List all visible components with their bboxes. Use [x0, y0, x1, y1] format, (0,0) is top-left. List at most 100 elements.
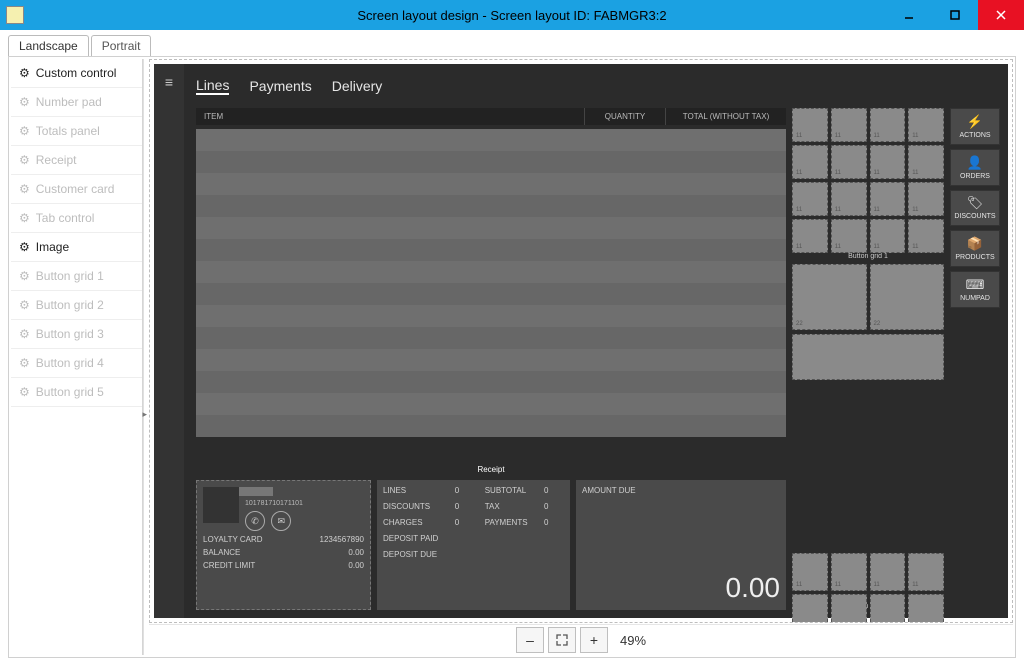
payments-value: 0: [544, 518, 564, 532]
content-area: Landscape Portrait ▸ ⚙Custom control⚙Num…: [8, 30, 1016, 656]
tab-landscape[interactable]: Landscape: [8, 35, 89, 56]
table-row: [196, 173, 786, 195]
phone-icon[interactable]: ✆: [245, 511, 265, 531]
toolbox-item-label: Button grid 1: [36, 269, 104, 283]
action-label: ORDERS: [960, 173, 990, 180]
loyalty-value: 1234567890: [320, 535, 365, 544]
amount-due-panel[interactable]: AMOUNT DUE 0.00: [576, 480, 786, 610]
pos-tab-payments[interactable]: Payments: [249, 78, 311, 94]
table-row: [196, 327, 786, 349]
toolbox-item-label: Receipt: [36, 153, 77, 167]
charges-label: CHARGES: [383, 518, 445, 532]
toolbox-expand-icon[interactable]: ▸: [142, 409, 147, 420]
table-row: [196, 349, 786, 371]
gear-icon: ⚙: [19, 327, 30, 341]
toolbox: ▸ ⚙Custom control⚙Number pad⚙Totals pane…: [11, 59, 144, 655]
window-title: Screen layout design - Screen layout ID:…: [0, 8, 1024, 23]
table-row: [196, 305, 786, 327]
table-row: [196, 129, 786, 151]
table-row: [196, 283, 786, 305]
toolbox-item-label: Totals panel: [36, 124, 100, 138]
gear-icon: ⚙: [19, 182, 30, 196]
action-label: NUMPAD: [960, 295, 990, 302]
balance-value: 0.00: [348, 548, 364, 557]
mail-icon[interactable]: ✉: [271, 511, 291, 531]
action-orders[interactable]: 👤 ORDERS: [950, 149, 1000, 186]
action-bar: ⚡ACTIONS 👤 ORDERS 🏷 DISCOUNTS 📦PRODUCTS ⌨ NUMPA…: [950, 108, 1000, 308]
toolbox-item[interactable]: ⚙Customer card: [11, 175, 143, 204]
pos-main: Lines Payments Delivery ITEM QUANTITY: [196, 72, 1000, 610]
toolbox-splitter[interactable]: [142, 59, 149, 655]
toolbox-item-label: Number pad: [36, 95, 102, 109]
discounts-icon: 🏷: [967, 195, 984, 211]
gear-icon: ⚙: [19, 356, 30, 370]
toolbox-item[interactable]: ⚙Image: [11, 233, 143, 262]
gear-icon: ⚙: [19, 298, 30, 312]
action-label: DISCOUNTS: [954, 213, 995, 220]
action-numpad[interactable]: ⌨ NUMPAD: [950, 271, 1000, 308]
toolbox-item[interactable]: ⚙Tab control: [11, 204, 143, 233]
pos-tab-lines[interactable]: Lines: [196, 77, 229, 95]
toolbox-item[interactable]: ⚙Number pad: [11, 88, 143, 117]
payments-label: PAYMENTS: [485, 518, 534, 532]
table-row: [196, 415, 786, 437]
gear-icon: ⚙: [19, 269, 30, 283]
toolbox-item-label: Button grid 4: [36, 356, 104, 370]
button-grid-2[interactable]: 2222: [792, 264, 944, 330]
customer-card[interactable]: 101781710171101 ✆ ✉ LOYALTY CARD12345678…: [196, 480, 371, 610]
toolbox-item[interactable]: ⚙Custom control: [11, 59, 143, 88]
maximize-button[interactable]: [932, 0, 978, 30]
menu-icon[interactable]: ≡: [165, 74, 173, 618]
zoom-fit-button[interactable]: [548, 627, 576, 653]
toolbox-item[interactable]: ⚙Totals panel: [11, 117, 143, 146]
minimize-button[interactable]: [886, 0, 932, 30]
action-label: ACTIONS: [959, 132, 990, 139]
button-grid-5[interactable]: 11111111 11111111 11111111 Button grid 5: [792, 553, 944, 610]
toolbox-item-label: Button grid 3: [36, 327, 104, 341]
button-grid-3[interactable]: [792, 334, 944, 380]
tab-portrait[interactable]: Portrait: [91, 35, 152, 56]
toolbox-item[interactable]: ⚙Button grid 5: [11, 378, 143, 407]
charges-value: 0: [455, 518, 475, 532]
action-actions[interactable]: ⚡ACTIONS: [950, 108, 1000, 145]
pos-canvas[interactable]: ≡ Lines Payments Delivery: [154, 64, 1008, 618]
pos-tabstrip: Lines Payments Delivery: [196, 72, 1000, 100]
button-grid-1[interactable]: 11111111 11111111 11111111 11111111 Butt…: [792, 108, 944, 260]
numpad-icon: ⌨: [966, 277, 985, 293]
subtotal-value: 0: [544, 486, 564, 500]
zoom-in-button[interactable]: +: [580, 627, 608, 653]
action-label: PRODUCTS: [955, 254, 994, 261]
orders-icon: 👤: [967, 155, 983, 171]
button-grid-1-label: Button grid 1: [792, 253, 944, 260]
toolbox-item[interactable]: ⚙ Button grid 4: [11, 349, 143, 378]
totals-panel[interactable]: LINES0 SUBTOTAL0 DISCOUNTS0 TAX0 CHARGES…: [377, 480, 570, 610]
col-item: ITEM: [196, 108, 584, 125]
discounts-value: 0: [455, 502, 475, 516]
close-button[interactable]: [978, 0, 1024, 30]
toolbox-item[interactable]: ⚙ Button grid 1: [11, 262, 143, 291]
depositpaid-label: DEPOSIT PAID: [383, 534, 445, 548]
titlebar: Screen layout design - Screen layout ID:…: [0, 0, 1024, 30]
col-quantity: QUANTITY: [584, 108, 666, 125]
zoom-value: 49%: [620, 633, 646, 648]
toolbox-item[interactable]: ⚙ Receipt: [11, 146, 143, 175]
action-products[interactable]: 📦PRODUCTS: [950, 230, 1000, 267]
receipt-panel[interactable]: ITEM QUANTITY TOTAL (WITHOUT TAX): [196, 108, 786, 474]
toolbox-item[interactable]: ⚙ Button grid 3: [11, 320, 143, 349]
button-grids-column: 11111111 11111111 11111111 11111111 Butt…: [792, 108, 944, 610]
pos-tab-delivery[interactable]: Delivery: [332, 78, 383, 94]
customer-photo: [203, 487, 239, 523]
action-discounts[interactable]: 🏷 DISCOUNTS: [950, 190, 1000, 227]
table-row: [196, 239, 786, 261]
gear-icon: ⚙: [19, 211, 30, 225]
credit-label: CREDIT LIMIT: [203, 561, 255, 570]
amount-due-value: 0.00: [582, 572, 780, 604]
credit-value: 0.00: [348, 561, 364, 570]
toolbox-item[interactable]: ⚙Button grid 2: [11, 291, 143, 320]
zoom-out-button[interactable]: –: [516, 627, 544, 653]
gear-icon: ⚙: [19, 153, 30, 167]
lines-value: 0: [455, 486, 475, 500]
table-row: [196, 217, 786, 239]
col-total: TOTAL (WITHOUT TAX): [666, 108, 786, 125]
gear-icon: ⚙: [19, 240, 30, 254]
